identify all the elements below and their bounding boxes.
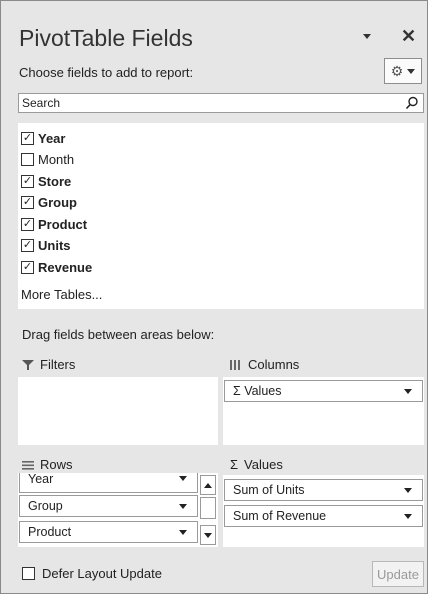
- values-area-header: Σ Values: [230, 457, 283, 472]
- search-icon[interactable]: [405, 96, 419, 110]
- arrow-down-icon: [204, 532, 212, 538]
- drag-instructions: Drag fields between areas below:: [22, 327, 215, 342]
- columns-area-header: Columns: [230, 357, 299, 372]
- defer-layout-update[interactable]: Defer Layout Update: [22, 566, 162, 581]
- field-list: ✓ Year Month ✓ Store ✓ Group ✓ Product ✓…: [18, 123, 424, 309]
- checkbox-units[interactable]: ✓: [21, 238, 34, 252]
- chevron-down-icon[interactable]: [179, 530, 187, 535]
- item-label: Sum of Revenue: [233, 509, 327, 523]
- field-year[interactable]: ✓ Year: [21, 128, 65, 148]
- item-label: Σ Values: [233, 384, 282, 398]
- field-product[interactable]: ✓ Product: [21, 214, 87, 234]
- columns-label: Columns: [248, 357, 300, 372]
- arrow-up-icon: [204, 482, 212, 488]
- chevron-down-icon[interactable]: [179, 476, 187, 481]
- filters-drop-area[interactable]: [18, 377, 218, 445]
- filters-area-header: Filters: [22, 357, 75, 372]
- chevron-down-icon[interactable]: [404, 389, 412, 394]
- values-label: Values: [244, 457, 283, 472]
- sigma-icon: Σ: [230, 457, 239, 472]
- pivottable-fields-pane: PivotTable Fields ✕ Choose fields to add…: [0, 0, 428, 594]
- scroll-down-button[interactable]: [200, 525, 216, 545]
- pane-options-dropdown[interactable]: [361, 29, 373, 41]
- chevron-down-icon: [363, 34, 371, 39]
- chevron-down-icon[interactable]: [404, 514, 412, 519]
- search-input[interactable]: [22, 96, 392, 110]
- rows-item-product[interactable]: Product: [19, 521, 198, 543]
- gear-icon: ⚙: [390, 62, 404, 79]
- update-button[interactable]: Update: [372, 561, 424, 587]
- defer-layout-label: Defer Layout Update: [42, 566, 162, 581]
- tools-button[interactable]: ⚙: [384, 58, 422, 84]
- checkbox-store[interactable]: ✓: [21, 174, 34, 188]
- values-drop-area[interactable]: Sum of Units Sum of Revenue: [223, 475, 424, 547]
- field-month[interactable]: Month: [21, 149, 74, 169]
- checkbox-year[interactable]: ✓: [21, 131, 34, 145]
- scroll-up-button[interactable]: [200, 475, 216, 495]
- rows-area-header: Rows: [22, 457, 73, 472]
- field-label: Store: [38, 173, 72, 189]
- checkbox-group[interactable]: ✓: [21, 195, 34, 209]
- columns-drop-area[interactable]: Σ Values: [223, 377, 424, 445]
- values-item-sum-of-units[interactable]: Sum of Units: [224, 479, 423, 501]
- field-label: Revenue: [38, 259, 93, 275]
- field-units[interactable]: ✓ Units: [21, 235, 71, 255]
- defer-layout-checkbox[interactable]: [22, 567, 35, 580]
- field-group[interactable]: ✓ Group: [21, 192, 77, 212]
- checkbox-product[interactable]: ✓: [21, 217, 34, 231]
- filter-icon: [22, 359, 34, 370]
- columns-icon: [230, 359, 240, 370]
- rows-item-year[interactable]: Year: [19, 473, 198, 493]
- rows-icon: [22, 460, 34, 470]
- rows-item-group[interactable]: Group: [19, 495, 198, 517]
- pane-title: PivotTable Fields: [19, 25, 193, 51]
- more-tables-link[interactable]: More Tables...: [21, 287, 102, 302]
- checkbox-revenue[interactable]: ✓: [21, 260, 34, 274]
- field-label: Product: [38, 216, 88, 232]
- chevron-down-icon[interactable]: [404, 488, 412, 493]
- pane-subtitle: Choose fields to add to report:: [19, 65, 194, 80]
- chevron-down-icon[interactable]: [179, 504, 187, 509]
- field-revenue[interactable]: ✓ Revenue: [21, 257, 92, 277]
- field-label: Group: [38, 194, 77, 210]
- item-label: Year: [28, 473, 54, 486]
- rows-label: Rows: [40, 457, 73, 472]
- search-box[interactable]: [18, 93, 424, 113]
- item-label: Sum of Units: [233, 483, 305, 497]
- chevron-down-icon: [407, 68, 416, 74]
- item-label: Product: [28, 525, 72, 539]
- field-label: Units: [38, 237, 71, 253]
- values-item-sum-of-revenue[interactable]: Sum of Revenue: [224, 505, 423, 527]
- field-label: Year: [38, 130, 66, 146]
- field-store[interactable]: ✓ Store: [21, 171, 71, 191]
- filters-label: Filters: [40, 357, 76, 372]
- columns-item-values[interactable]: Σ Values: [224, 380, 423, 402]
- item-label: Group: [28, 499, 63, 513]
- rows-drop-area[interactable]: Year Group Product: [18, 473, 218, 547]
- field-label: Month: [38, 151, 75, 167]
- scroll-thumb[interactable]: [200, 497, 216, 519]
- checkbox-month[interactable]: [21, 152, 34, 166]
- close-icon[interactable]: ✕: [401, 27, 416, 45]
